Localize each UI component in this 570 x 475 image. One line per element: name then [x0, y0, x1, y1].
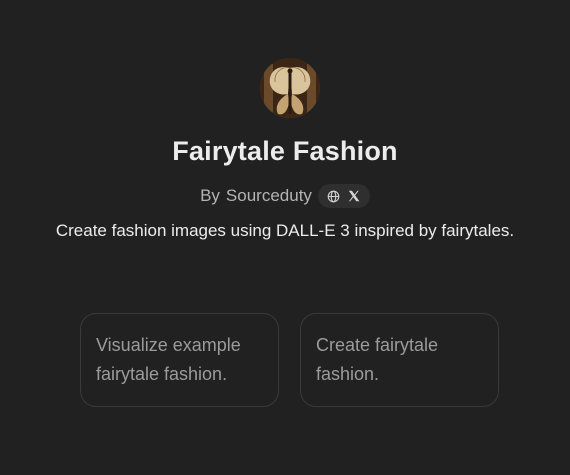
gpt-avatar	[260, 58, 320, 118]
butterfly-dress-avatar-icon	[260, 58, 320, 118]
conversation-starter-label: Create fairytale fashion.	[316, 335, 439, 384]
conversation-starter-label: Visualize example fairytale fashion.	[96, 335, 241, 384]
conversation-starter-button[interactable]: Visualize example fairytale fashion.	[80, 313, 279, 407]
author-byline: By Sourceduty	[0, 184, 570, 208]
gpt-title: Fairytale Fashion	[172, 136, 398, 166]
conversation-starter-button[interactable]: Create fairytale fashion.	[300, 313, 499, 407]
gpt-description: Create fashion images using DALL-E 3 ins…	[55, 221, 515, 240]
x-logo-icon[interactable]	[347, 189, 361, 203]
globe-icon[interactable]	[327, 190, 340, 203]
author-name: Sourceduty	[225, 186, 312, 205]
author-prefix: By	[200, 186, 220, 205]
gpt-intro-page: Fairytale Fashion By Sourceduty Create f…	[0, 0, 570, 475]
social-links-pill	[317, 184, 370, 208]
